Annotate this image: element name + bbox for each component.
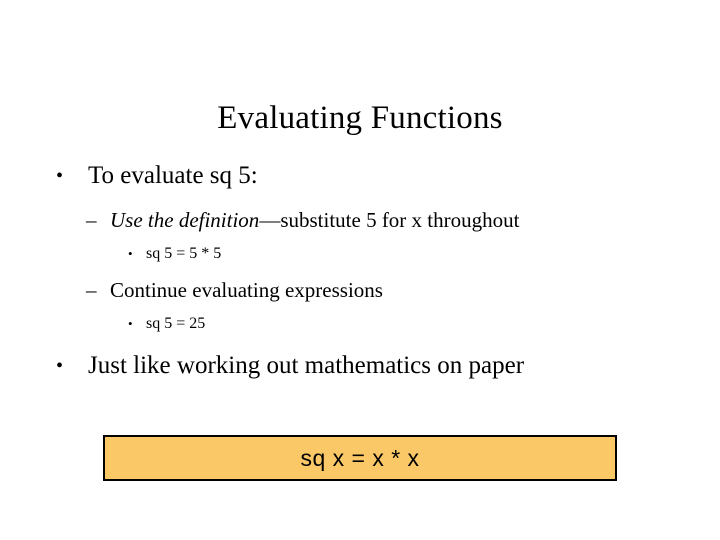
- bullet-level3-sq5-result: • sq 5 = 25: [0, 312, 720, 336]
- bullet-text: Just like working out mathematics on pap…: [88, 352, 525, 379]
- bullet-dot-icon: •: [128, 316, 133, 331]
- bullet-text: To evaluate sq 5:: [88, 162, 258, 189]
- bullet-text-roman: —substitute 5 for x throughout: [259, 208, 520, 232]
- bullet-text-italic: Use the definition: [110, 208, 260, 232]
- bullet-dash-icon: –: [86, 208, 97, 232]
- bullet-text: sq 5 = 25: [146, 315, 206, 332]
- bullet-text: Continue evaluating expressions: [110, 278, 383, 302]
- bullet-level2-continue-evaluating: – Continue evaluating expressions: [0, 276, 580, 304]
- bullet-dot-icon: •: [56, 355, 64, 377]
- page-title: Evaluating Functions: [217, 100, 503, 137]
- bullet-dot-icon: •: [56, 165, 64, 187]
- definition-text: sq x = x * x: [300, 445, 420, 471]
- bullet-level2-use-definition: – Use the definition—substitute 5 for x …: [0, 206, 580, 234]
- bullet-dash-icon: –: [86, 278, 97, 302]
- bullet-dot-icon: •: [128, 246, 133, 261]
- slide: Evaluating Functions • To evaluate sq 5:…: [0, 0, 720, 540]
- bullet-level1-evaluate: • To evaluate sq 5:: [0, 160, 720, 192]
- slide-body: • To evaluate sq 5: – Use the definition…: [0, 160, 720, 390]
- definition-callout-box: sq x = x * x: [103, 435, 617, 481]
- bullet-level3-sq5-expansion: • sq 5 = 5 * 5: [0, 242, 720, 266]
- bullet-level1-like-math-on-paper: • Just like working out mathematics on p…: [0, 350, 720, 382]
- bullet-text: sq 5 = 5 * 5: [146, 245, 222, 262]
